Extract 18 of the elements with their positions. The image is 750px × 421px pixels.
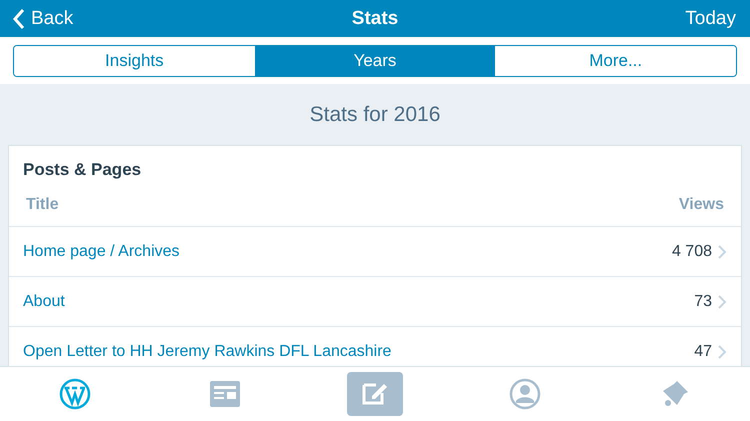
back-button[interactable]: Back bbox=[12, 8, 74, 30]
today-button[interactable]: Today bbox=[685, 8, 736, 30]
view-count: 4 708 bbox=[672, 242, 712, 260]
column-header: Title bbox=[26, 196, 59, 214]
column-header: Views bbox=[678, 196, 724, 214]
post-link[interactable]: Open Letter to HH Jeremy Rawkins DFL Lancashire bbox=[23, 342, 694, 360]
chevron-icon bbox=[718, 244, 727, 258]
stats-heading: Stats for 2016 bbox=[308, 102, 442, 128]
post-link[interactable]: About bbox=[23, 292, 694, 310]
view-count: 47 bbox=[694, 342, 712, 360]
segment-tab[interactable]: Years bbox=[254, 46, 496, 76]
chevron-icon bbox=[718, 344, 727, 358]
screen-title: Stats bbox=[352, 8, 398, 30]
chevron-icon bbox=[718, 294, 727, 308]
card-title: Posts & Pages bbox=[22, 159, 142, 180]
post-link[interactable]: Home page / Archives bbox=[23, 242, 672, 260]
view-count: 73 bbox=[694, 292, 712, 310]
back-chevron-icon bbox=[12, 8, 25, 30]
